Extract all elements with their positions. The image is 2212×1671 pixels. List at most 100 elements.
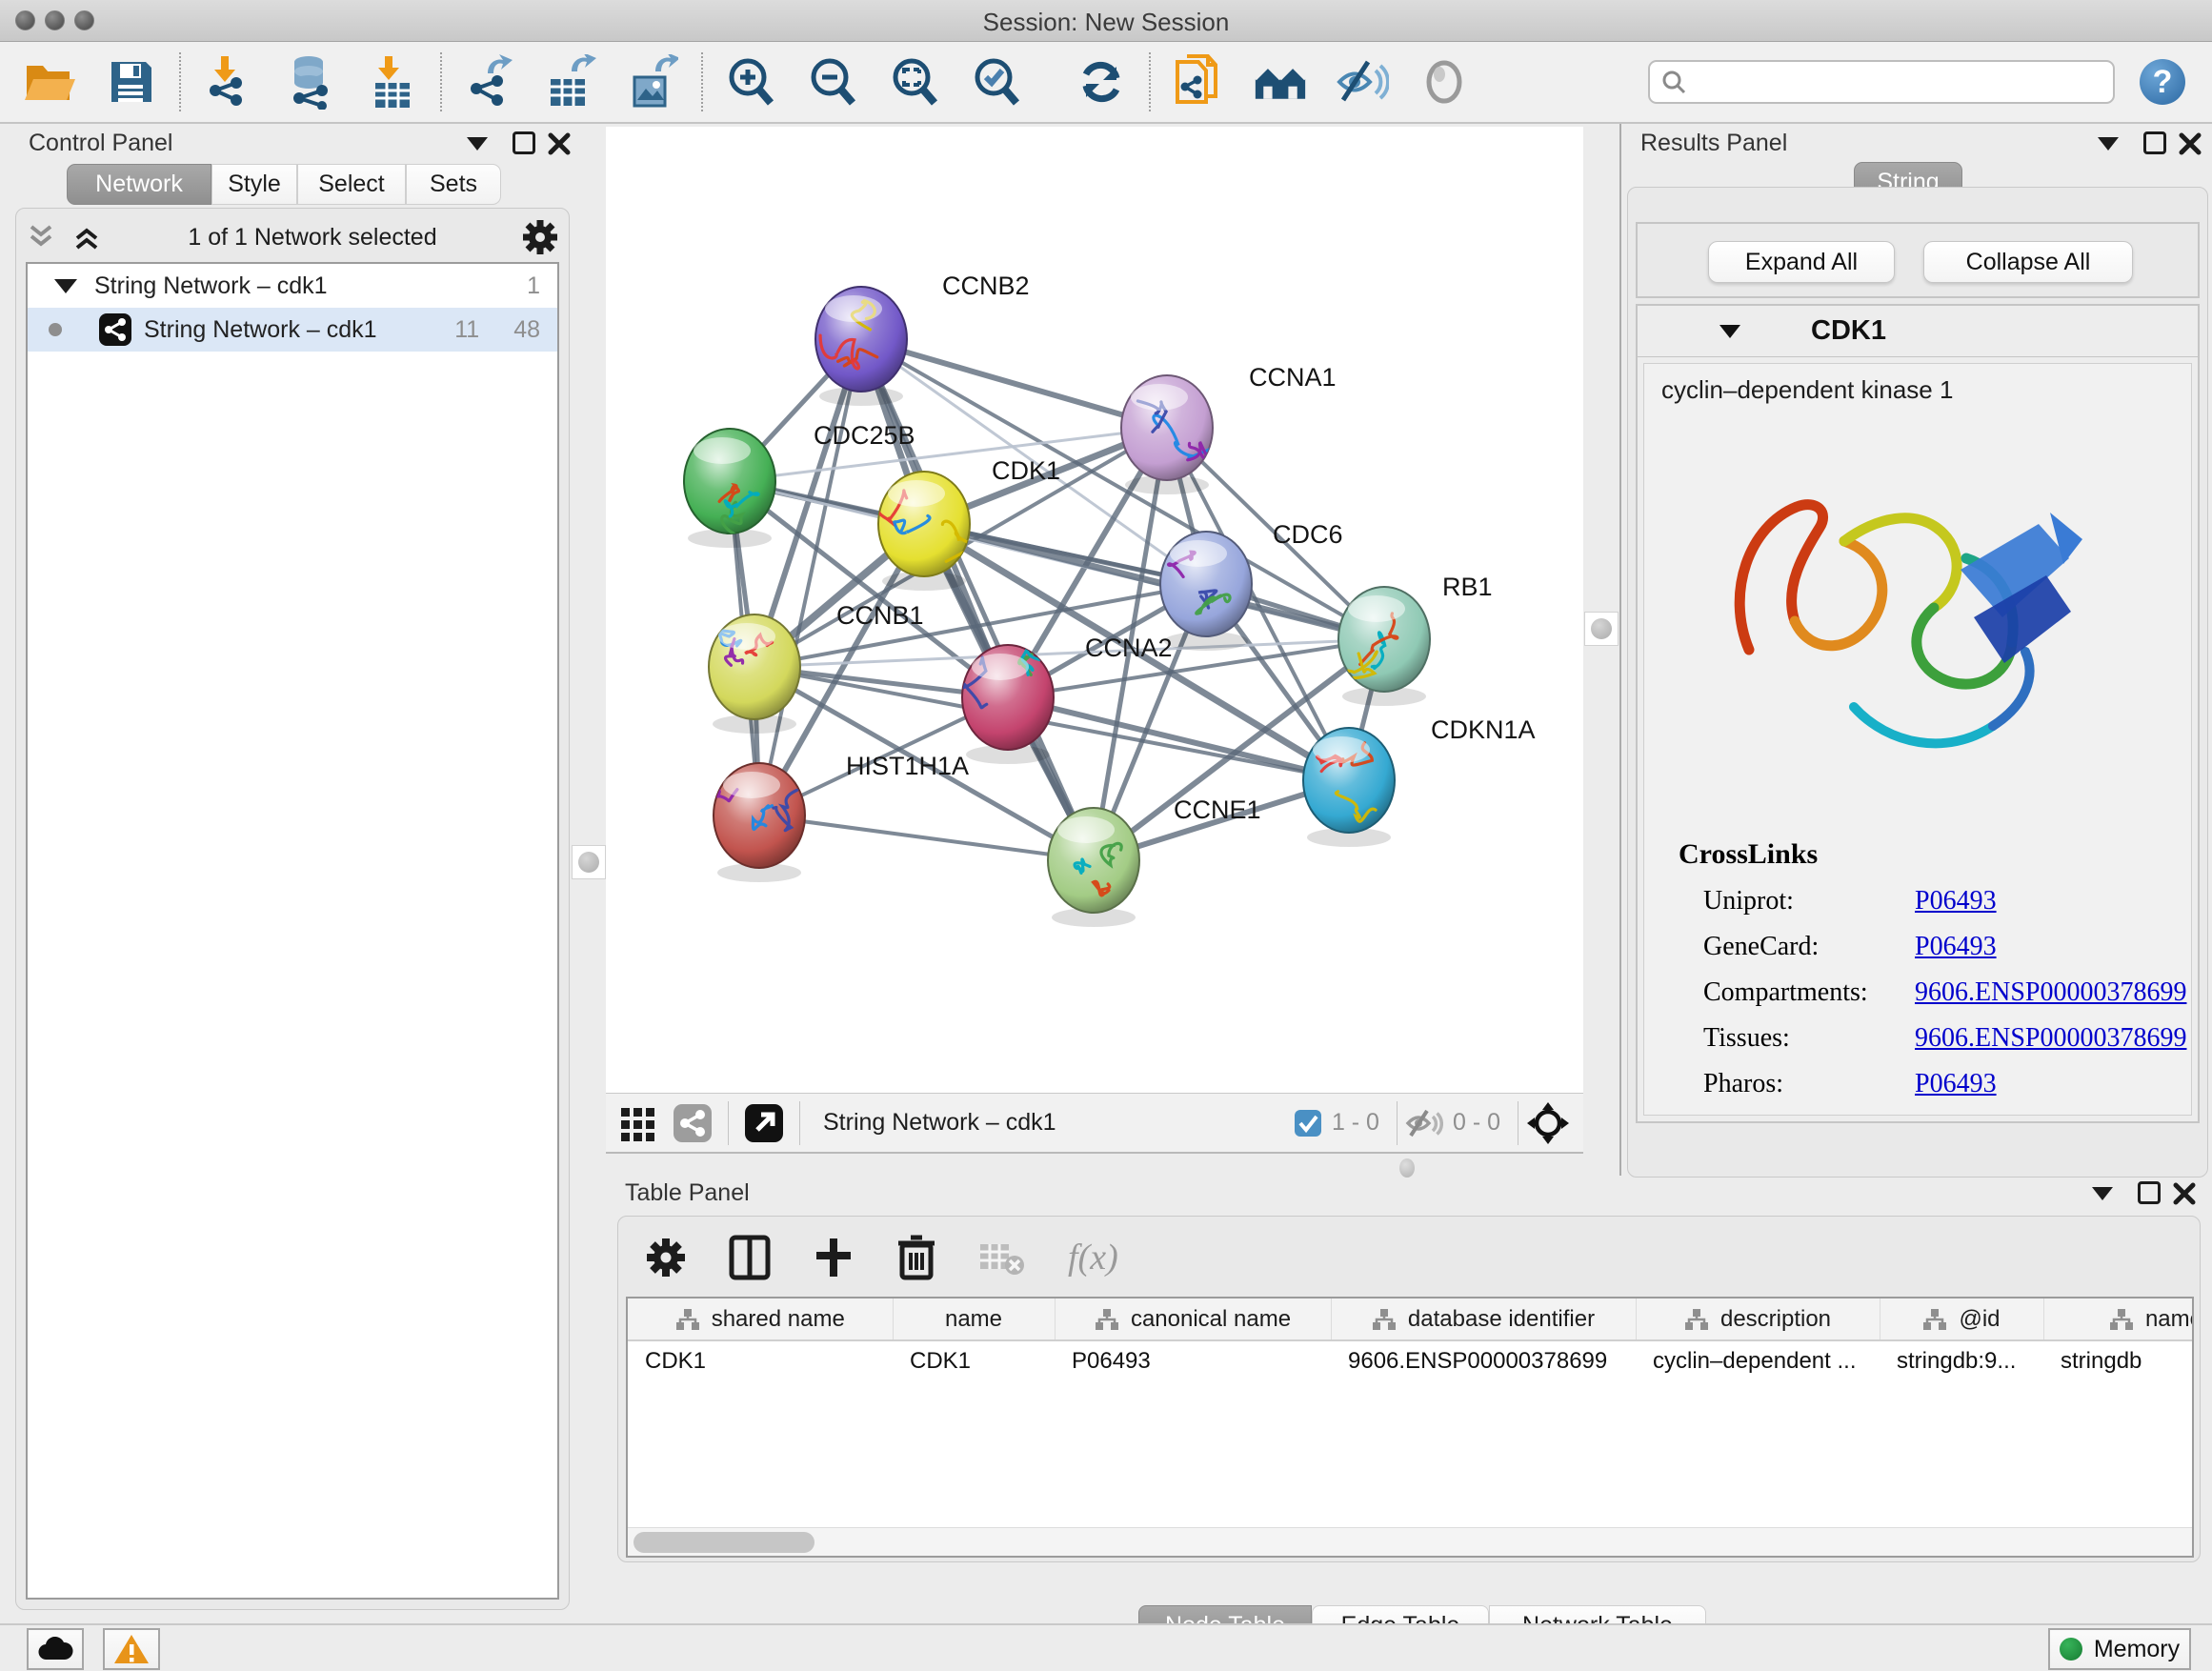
network-view-toolbar: String Network – cdk1 1 - 0 0 - 0 (606, 1093, 1583, 1154)
collapse-all-button[interactable]: Collapse All (1923, 241, 2133, 283)
column-header-canonical-name[interactable]: canonical name (1055, 1299, 1331, 1340)
column-header-name[interactable]: name (893, 1299, 1055, 1340)
crosslink-link[interactable]: P06493 (1915, 1069, 1997, 1099)
birds-eye-crosshair-icon[interactable] (1526, 1101, 1570, 1145)
network-row-selected[interactable]: String Network – cdk1 11 48 (28, 308, 557, 352)
zoom-out-icon[interactable] (806, 55, 859, 109)
column-header-database-identifier[interactable]: database identifier (1331, 1299, 1636, 1340)
control-panel-close-icon[interactable] (547, 131, 572, 156)
zoom-selected-icon[interactable] (970, 55, 1023, 109)
houses-icon[interactable] (1254, 55, 1307, 109)
control-panel-float-icon[interactable] (513, 131, 535, 154)
grid-view-icon[interactable] (619, 1104, 657, 1142)
detach-view-icon[interactable] (744, 1103, 784, 1143)
import-table-file-icon[interactable] (366, 55, 419, 109)
scrollbar-thumb[interactable] (633, 1532, 814, 1553)
left-splitter-handle[interactable] (572, 845, 606, 879)
export-image-icon[interactable] (627, 55, 680, 109)
table-panel-close-icon[interactable] (2172, 1181, 2197, 1206)
node-label-CDK1: CDK1 (992, 456, 1060, 485)
network-options-gear-icon[interactable] (521, 218, 559, 256)
crosslink-link[interactable]: 9606.ENSP00000378699 (1915, 977, 2186, 1008)
table-horizontal-scrollbar[interactable] (628, 1527, 2192, 1556)
delete-table-icon[interactable] (978, 1238, 1026, 1277)
selected-checkbox-icon[interactable] (1294, 1109, 1322, 1137)
tab-sets[interactable]: Sets (406, 164, 501, 205)
node-gloss (1057, 816, 1115, 843)
bottom-splitter-handle[interactable] (1399, 1158, 1415, 1178)
table-cell[interactable]: stringdb (2043, 1340, 2194, 1380)
table-cell[interactable]: 9606.ENSP00000378699 (1331, 1340, 1636, 1380)
expand-all-icon[interactable] (71, 223, 104, 252)
warnings-button[interactable] (103, 1628, 160, 1670)
zoom-fit-icon[interactable] (888, 55, 941, 109)
show-columns-icon[interactable] (729, 1235, 771, 1280)
node-table[interactable]: shared namenamecanonical namedatabase id… (626, 1297, 2194, 1558)
table-panel-float-icon[interactable] (2138, 1181, 2161, 1204)
open-session-icon[interactable] (23, 55, 76, 109)
results-panel-float-icon[interactable] (2143, 131, 2166, 154)
table-cell[interactable]: CDK1 (893, 1340, 1055, 1380)
tab-style[interactable]: Style (211, 164, 297, 205)
edge-HIST1H1A-CCNE1[interactable] (759, 815, 1094, 860)
column-header--id[interactable]: @id (1880, 1299, 2043, 1340)
collapse-all-icon[interactable] (26, 223, 58, 252)
delete-column-icon[interactable] (896, 1234, 936, 1281)
table-cell[interactable]: CDK1 (628, 1340, 893, 1380)
table-row[interactable]: CDK1CDK1P064939606.ENSP00000378699cyclin… (628, 1340, 2194, 1380)
string-network-graph[interactable]: CCNB2CCNA1CDC25BCDK1CDC6RB1CCNB1CCNA2CDK… (606, 127, 1583, 1093)
results-panel-close-icon[interactable] (2178, 131, 2202, 156)
edge-CCNB2-HIST1H1A[interactable] (759, 339, 861, 815)
save-session-icon[interactable] (105, 55, 158, 109)
tab-select[interactable]: Select (297, 164, 406, 205)
crosslinks-title: CrossLinks (1679, 838, 2191, 871)
node-entry-detail: cyclin–dependent kinase 1 (1643, 363, 2192, 1116)
export-table-icon[interactable] (545, 55, 598, 109)
right-splitter-handle[interactable] (1584, 612, 1619, 646)
crosslink-label: GeneCard: (1703, 932, 1915, 962)
help-icon[interactable]: ? (2140, 59, 2185, 105)
search-field[interactable] (1694, 69, 2101, 95)
add-column-icon[interactable] (813, 1235, 855, 1280)
edge-CCNB2-CCNA1[interactable] (861, 339, 1167, 428)
main-toolbar: ? (0, 42, 2212, 124)
node-entry-header[interactable]: CDK1 (1638, 306, 2198, 357)
results-panel-collapse-icon[interactable] (2098, 137, 2119, 151)
table-cell[interactable]: P06493 (1055, 1340, 1331, 1380)
control-panel-collapse-icon[interactable] (467, 137, 488, 151)
memory-button[interactable]: Memory (2048, 1628, 2191, 1670)
column-header-namespace[interactable]: namespace (2043, 1299, 2194, 1340)
network-share-icon[interactable] (673, 1103, 713, 1143)
entry-collapse-icon[interactable] (1719, 325, 1740, 338)
crosslink-row: Tissues:9606.ENSP00000378699 (1644, 1023, 2191, 1054)
network-collection-row[interactable]: String Network – cdk1 1 (28, 264, 557, 308)
crosslink-label: Tissues: (1703, 1023, 1915, 1054)
tree-expand-icon[interactable] (54, 279, 77, 293)
refresh-icon[interactable] (1075, 55, 1128, 109)
eye-slash-icon[interactable] (1336, 55, 1389, 109)
crosslink-link[interactable]: P06493 (1915, 886, 1997, 916)
search-input[interactable] (1648, 60, 2115, 104)
node-table-grid[interactable]: shared namenamecanonical namedatabase id… (628, 1299, 2194, 1380)
crosslink-link[interactable]: 9606.ENSP00000378699 (1915, 1023, 2186, 1054)
table-cell[interactable]: cyclin–dependent ... (1636, 1340, 1880, 1380)
function-builder-icon[interactable]: f(x) (1068, 1237, 1118, 1278)
import-network-file-icon[interactable] (202, 55, 255, 109)
column-header-shared-name[interactable]: shared name (628, 1299, 893, 1340)
zoom-in-icon[interactable] (724, 55, 777, 109)
column-header-description[interactable]: description (1636, 1299, 1880, 1340)
edge-CCNB2-CCNE1[interactable] (861, 339, 1094, 860)
table-panel-collapse-icon[interactable] (2092, 1187, 2113, 1200)
tab-network[interactable]: Network (67, 164, 211, 205)
crosslink-link[interactable]: P06493 (1915, 932, 1997, 962)
export-network-icon[interactable] (463, 55, 516, 109)
node-gloss (1170, 540, 1227, 567)
expand-all-button[interactable]: Expand All (1708, 241, 1895, 283)
cloud-button[interactable] (27, 1628, 84, 1670)
network-canvas[interactable]: CCNB2CCNA1CDC25BCDK1CDC6RB1CCNB1CCNA2CDK… (606, 127, 1583, 1093)
eye-icon[interactable] (1418, 55, 1471, 109)
import-network-database-icon[interactable] (284, 55, 337, 109)
string-document-icon[interactable] (1172, 55, 1225, 109)
table-options-gear-icon[interactable] (645, 1237, 687, 1278)
table-cell[interactable]: stringdb:9... (1880, 1340, 2043, 1380)
